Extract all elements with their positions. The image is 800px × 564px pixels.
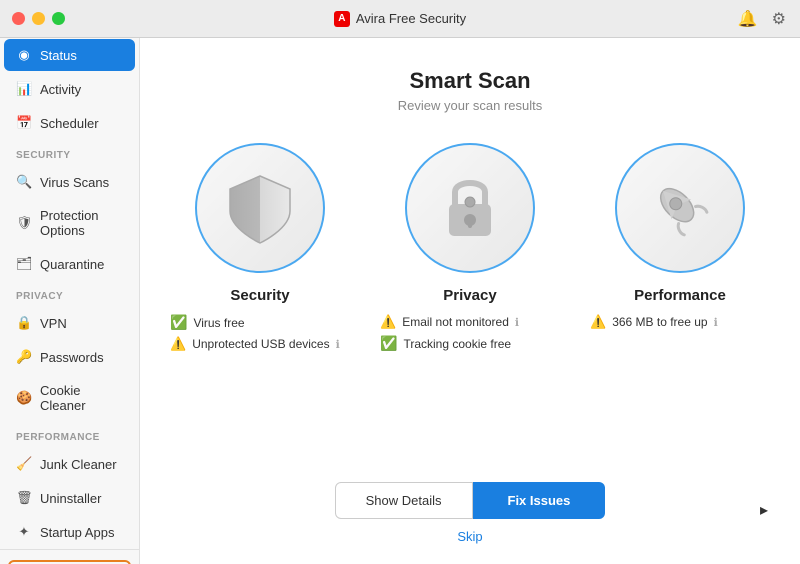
sidebar-item-uninstaller[interactable]: 🗑 Uninstaller [4, 482, 135, 514]
skip-button[interactable]: Skip [457, 529, 482, 544]
privacy-section-label: PRIVACY [0, 281, 139, 306]
protection-icon: 🛡 [16, 215, 32, 231]
security-card-items: ✅ Virus free ⚠️ Unprotected USB devices … [170, 314, 350, 357]
virus-scans-icon: 🔍 [16, 174, 32, 190]
performance-card: Performance ⚠️ 366 MB to free up ℹ [590, 143, 770, 335]
window-title: A Avira Free Security [334, 11, 466, 27]
page-subtitle: Review your scan results [398, 98, 543, 113]
action-buttons: Show Details Fix Issues [335, 482, 606, 519]
fix-issues-button[interactable]: Fix Issues [473, 482, 606, 519]
sidebar-item-startup-apps[interactable]: ✦ Startup Apps [4, 516, 135, 548]
get-prime-button[interactable]: Get Prime [8, 560, 131, 564]
sidebar-item-scheduler[interactable]: 📅 Scheduler [4, 107, 135, 139]
title-bar: A Avira Free Security 🔔 ⚙ [0, 0, 800, 38]
app-body: ◉ Status 📊 Activity 📅 Scheduler SECURITY… [0, 38, 800, 564]
email-info-icon[interactable]: ℹ [515, 316, 519, 329]
privacy-card-items: ⚠️ Email not monitored ℹ ✅ Tracking cook… [380, 314, 560, 357]
ok-icon-cookie: ✅ [380, 335, 397, 352]
sidebar-item-cookie-cleaner[interactable]: 🍪 Cookie Cleaner [4, 375, 135, 421]
usb-info-icon[interactable]: ℹ [336, 338, 340, 351]
privacy-card-title: Privacy [443, 287, 496, 304]
startup-icon: ✦ [16, 524, 32, 540]
privacy-card-circle [405, 143, 535, 273]
privacy-card: Privacy ⚠️ Email not monitored ℹ ✅ Track… [380, 143, 560, 357]
security-item-virus-free: ✅ Virus free [170, 314, 350, 331]
sidebar-item-junk-cleaner[interactable]: 🧹 Junk Cleaner [4, 448, 135, 480]
ok-icon: ✅ [170, 314, 187, 331]
sidebar-item-activity[interactable]: 📊 Activity [4, 73, 135, 105]
shield-icon [225, 171, 295, 246]
warn-icon-storage: ⚠️ [590, 314, 606, 330]
main-content: Smart Scan Review your scan results [140, 38, 800, 564]
rocket-icon [648, 176, 713, 241]
lock-icon [441, 172, 499, 244]
sidebar-item-protection-options[interactable]: 🛡 Protection Options [4, 200, 135, 246]
warn-icon: ⚠️ [170, 336, 186, 352]
quarantine-icon: 🗂 [16, 256, 32, 272]
show-details-button[interactable]: Show Details [335, 482, 473, 519]
close-button[interactable] [12, 12, 25, 25]
privacy-item-cookie: ✅ Tracking cookie free [380, 335, 560, 352]
security-item-usb: ⚠️ Unprotected USB devices ℹ [170, 336, 350, 352]
performance-card-circle [615, 143, 745, 273]
performance-section-label: PERFORMANCE [0, 422, 139, 447]
bottom-actions: Show Details Fix Issues Skip [160, 482, 780, 544]
cookie-icon: 🍪 [16, 390, 32, 406]
notification-button[interactable]: 🔔 [736, 7, 760, 31]
maximize-button[interactable] [52, 12, 65, 25]
vpn-icon: 🔒 [16, 315, 32, 331]
uninstaller-icon: 🗑 [16, 490, 32, 506]
minimize-button[interactable] [32, 12, 45, 25]
status-icon: ◉ [16, 47, 32, 63]
sidebar: ◉ Status 📊 Activity 📅 Scheduler SECURITY… [0, 38, 140, 564]
cursor-indicator: ▸ [760, 500, 770, 514]
security-section-label: SECURITY [0, 140, 139, 165]
security-card-circle [195, 143, 325, 273]
settings-button[interactable]: ⚙ [770, 7, 788, 31]
scan-cards: Security ✅ Virus free ⚠️ Unprotected USB… [170, 143, 770, 357]
junk-icon: 🧹 [16, 456, 32, 472]
sidebar-item-passwords[interactable]: 🔑 Passwords [4, 341, 135, 373]
performance-card-items: ⚠️ 366 MB to free up ℹ [590, 314, 770, 335]
performance-card-title: Performance [634, 287, 726, 304]
activity-icon: 📊 [16, 81, 32, 97]
privacy-item-email: ⚠️ Email not monitored ℹ [380, 314, 560, 330]
avira-app-icon: A [334, 11, 350, 27]
sidebar-item-vpn[interactable]: 🔒 VPN [4, 307, 135, 339]
title-bar-actions: 🔔 ⚙ [736, 7, 788, 31]
passwords-icon: 🔑 [16, 349, 32, 365]
sidebar-bottom: Get Prime 👤 Register [0, 549, 139, 564]
performance-item-storage: ⚠️ 366 MB to free up ℹ [590, 314, 770, 330]
sidebar-item-virus-scans[interactable]: 🔍 Virus Scans [4, 166, 135, 198]
security-card-title: Security [230, 287, 289, 304]
warn-icon-email: ⚠️ [380, 314, 396, 330]
sidebar-item-status[interactable]: ◉ Status [4, 39, 135, 71]
sidebar-item-quarantine[interactable]: 🗂 Quarantine [4, 248, 135, 280]
security-card: Security ✅ Virus free ⚠️ Unprotected USB… [170, 143, 350, 357]
traffic-lights [12, 12, 65, 25]
storage-info-icon[interactable]: ℹ [714, 316, 718, 329]
scheduler-icon: 📅 [16, 115, 32, 131]
page-title: Smart Scan [409, 68, 530, 94]
